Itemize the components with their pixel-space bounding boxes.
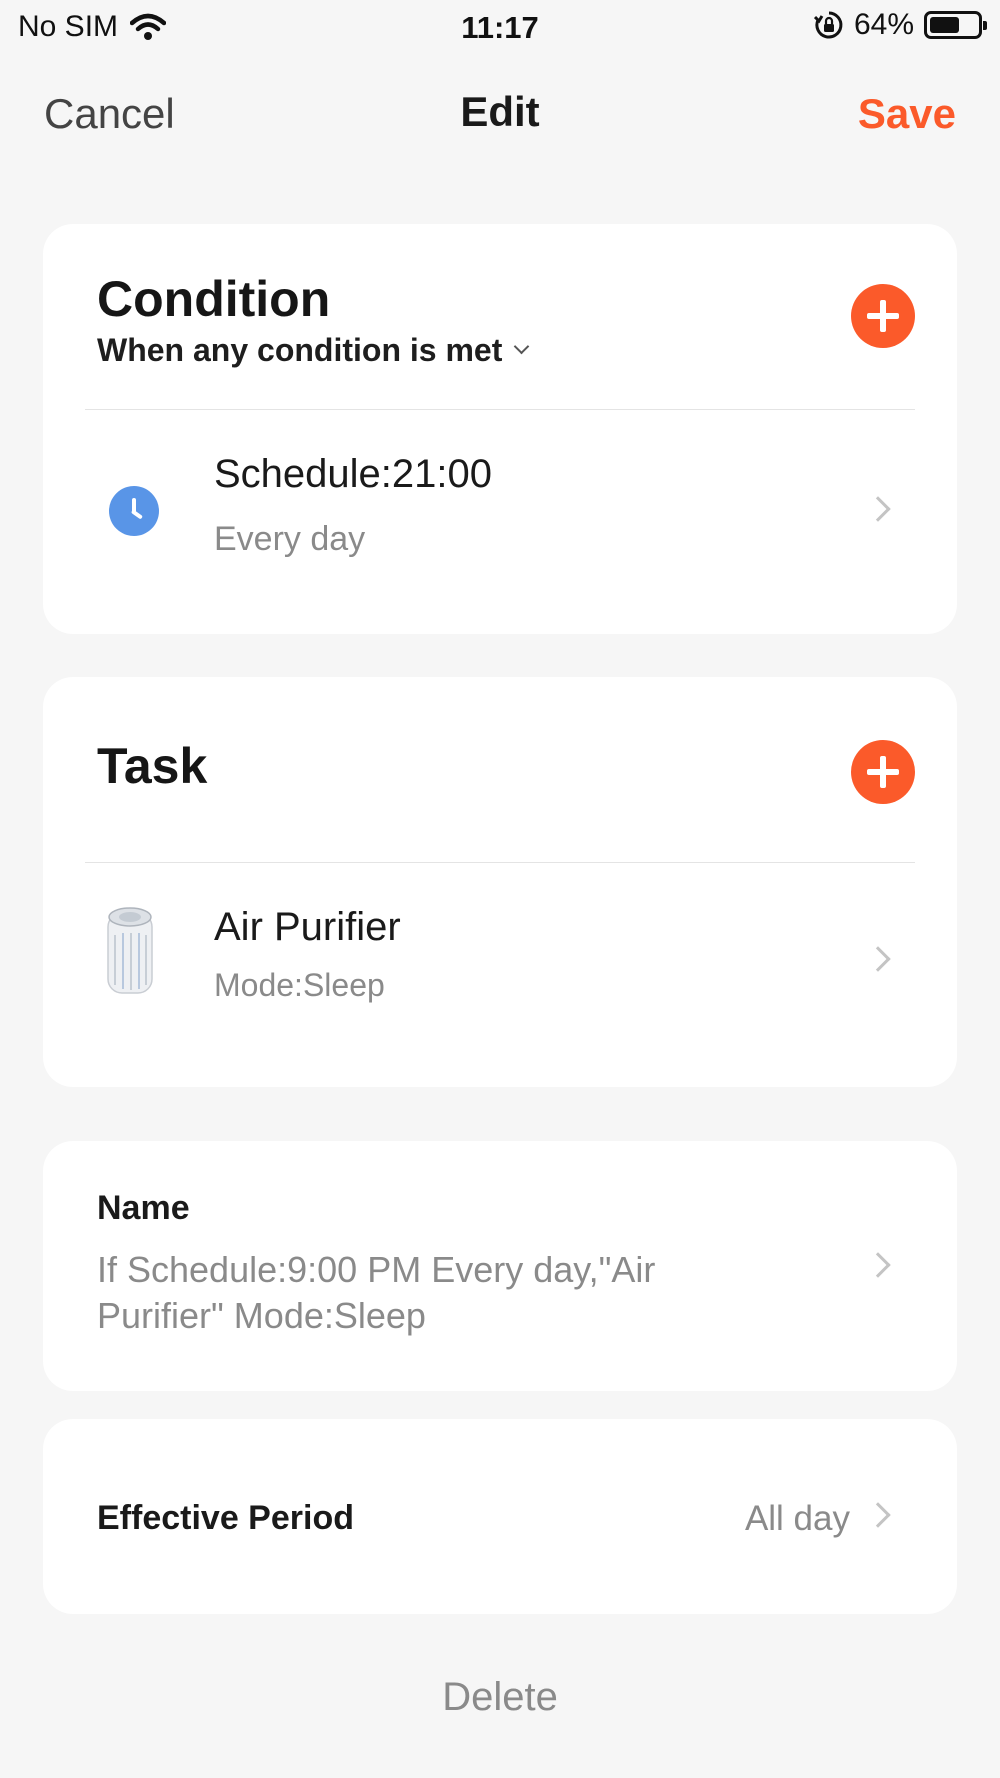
save-button[interactable]: Save [858, 90, 956, 138]
task-item-label: Air Purifier [214, 905, 401, 949]
page-title: Edit [460, 88, 540, 135]
task-card: Task Air Purifier Mode:Sleep [43, 677, 957, 1087]
clock-icon [109, 486, 159, 536]
condition-card: Condition When any condition is met Sche… [43, 224, 957, 634]
task-item-detail: Mode:Sleep [214, 967, 385, 1003]
air-purifier-icon [107, 907, 153, 994]
battery-fill [930, 17, 959, 33]
edit-scene-screen: No SIM 11:17 64% Cancel Edit Save Condit… [0, 0, 1000, 1778]
chevron-right-icon [865, 1252, 891, 1278]
status-right-group: 64% [813, 8, 987, 42]
chevron-down-icon [514, 338, 530, 355]
battery-icon [924, 11, 987, 39]
name-value: If Schedule:9:00 PM Every day,"Air Purif… [97, 1249, 656, 1336]
effective-period-label: Effective Period [97, 1499, 354, 1537]
add-condition-button[interactable] [851, 284, 915, 348]
chevron-right-icon [865, 1502, 891, 1528]
condition-mode-dropdown[interactable]: When any condition is met [97, 332, 530, 369]
condition-title: Condition [97, 271, 331, 327]
effective-period-row[interactable]: Effective Period All day [43, 1419, 957, 1614]
navigation-bar: Cancel Edit Save [0, 78, 1000, 148]
status-bar: No SIM 11:17 64% [0, 0, 1000, 56]
add-task-button[interactable] [851, 740, 915, 804]
task-title: Task [97, 738, 208, 794]
chevron-right-icon [865, 946, 891, 972]
name-row[interactable]: Name If Schedule:9:00 PM Every day,"Air … [43, 1141, 957, 1391]
divider [85, 409, 915, 410]
effective-period-value: All day [744, 1499, 850, 1538]
battery-percentage: 64% [853, 8, 914, 41]
condition-mode-label: When any condition is met [97, 332, 503, 368]
orientation-lock-icon [813, 11, 843, 39]
name-label: Name [97, 1189, 190, 1227]
divider [85, 862, 915, 863]
condition-item-label: Schedule:21:00 [214, 452, 493, 496]
chevron-right-icon [865, 496, 891, 522]
condition-item-detail: Every day [214, 520, 366, 558]
delete-button[interactable]: Delete [0, 1675, 1000, 1720]
